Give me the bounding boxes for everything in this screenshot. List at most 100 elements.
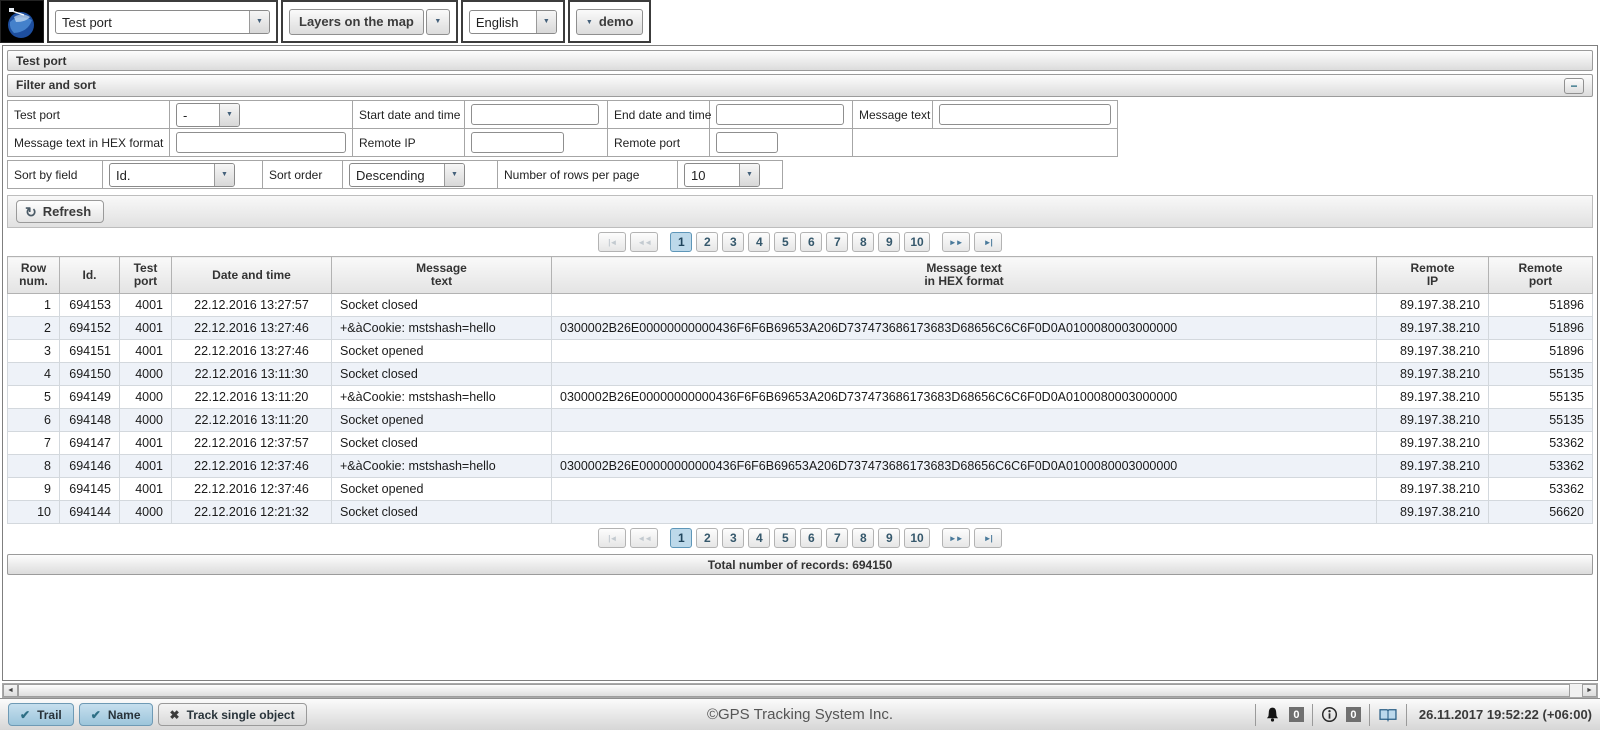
language-select[interactable]: English ▼ [469, 10, 557, 34]
language-group: English ▼ [461, 0, 565, 43]
pager-last-button[interactable]: ►| [974, 232, 1002, 252]
sort-grid: Sort by field Id. ▼ Sort order Descendin… [7, 160, 783, 189]
pager-page-button[interactable]: 10 [904, 232, 929, 252]
track-single-object-button[interactable]: ✖ Track single object [158, 703, 307, 726]
end-date-input[interactable] [716, 104, 844, 125]
hex-input[interactable] [176, 132, 346, 153]
chevron-down-icon: ▼ [434, 18, 441, 25]
pager-page-button[interactable]: 7 [826, 528, 848, 548]
table-row: 8694146400122.12.2016 12:37:46+&àCookie:… [8, 455, 1593, 478]
app-logo [0, 0, 44, 43]
table-cell: 89.197.38.210 [1377, 386, 1489, 409]
sort-by-label: Sort by field [8, 161, 103, 189]
pager-page-button[interactable]: 9 [878, 232, 900, 252]
pager-page-button[interactable]: 9 [878, 528, 900, 548]
table-cell: 694145 [60, 478, 120, 501]
pager-page-button[interactable]: 6 [800, 528, 822, 548]
table-cell: Socket opened [332, 340, 552, 363]
pager-page-button[interactable]: 1 [670, 232, 692, 252]
pager-next-button[interactable]: ►► [942, 528, 970, 548]
table-cell: 4001 [120, 432, 172, 455]
rows-per-page-select[interactable]: 10 ▼ [684, 163, 760, 187]
collapse-button[interactable]: − [1564, 78, 1584, 94]
scroll-left-button[interactable]: ◄ [3, 684, 18, 697]
pager-page-button[interactable]: 8 [852, 528, 874, 548]
pager-page-button[interactable]: 8 [852, 232, 874, 252]
remote-ip-label: Remote IP [353, 129, 465, 157]
log-book-icon[interactable] [1378, 706, 1398, 723]
pager-page-button[interactable]: 3 [722, 528, 744, 548]
separator [1312, 704, 1313, 726]
bell-icon[interactable] [1264, 706, 1281, 723]
pager-page-button[interactable]: 6 [800, 232, 822, 252]
pager-page-button[interactable]: 7 [826, 232, 848, 252]
table-cell: 694149 [60, 386, 120, 409]
table-cell: 89.197.38.210 [1377, 409, 1489, 432]
filter-port-select[interactable]: - ▼ [176, 103, 240, 127]
table-cell: +&àCookie: mstshash=hello [332, 455, 552, 478]
table-cell: 4001 [120, 294, 172, 317]
scrollbar-thumb[interactable] [18, 684, 1570, 697]
remote-ip-input[interactable] [471, 132, 564, 153]
end-date-label: End date and time [608, 101, 710, 129]
scroll-right-button[interactable]: ► [1582, 684, 1597, 697]
trail-label: Trail [37, 708, 62, 722]
pagination-top: |◄◄◄12345678910►►►| [7, 228, 1593, 256]
table-cell: Socket opened [332, 478, 552, 501]
horizontal-scrollbar[interactable]: ◄ ► [2, 683, 1598, 698]
start-date-input[interactable] [471, 104, 599, 125]
table-cell: 4001 [120, 455, 172, 478]
pager-page-button[interactable]: 4 [748, 232, 770, 252]
table-cell [552, 432, 1377, 455]
table-cell: 7 [8, 432, 60, 455]
pager-page-button[interactable]: 2 [696, 528, 718, 548]
chevron-down-icon: ▼ [586, 19, 593, 26]
trail-toggle-button[interactable]: ✔ Trail [8, 703, 74, 726]
test-port-panel: Test port Filter and sort − Test port - … [2, 45, 1598, 681]
table-row: 4694150400022.12.2016 13:11:30Socket clo… [8, 363, 1593, 386]
refresh-button[interactable]: ↻ Refresh [16, 200, 104, 223]
pager-next-button[interactable]: ►► [942, 232, 970, 252]
table-cell: 89.197.38.210 [1377, 478, 1489, 501]
info-count-badge: 0 [1346, 707, 1361, 722]
refresh-icon: ↻ [25, 205, 37, 219]
pager-page-button[interactable]: 2 [696, 232, 718, 252]
table-cell: Socket closed [332, 294, 552, 317]
cross-icon: ✖ [170, 708, 180, 722]
pager-last-button[interactable]: ►| [974, 528, 1002, 548]
layers-button[interactable]: Layers on the map [289, 9, 424, 35]
layers-dropdown-button[interactable]: ▼ [426, 9, 450, 35]
column-header: Row num. [8, 257, 60, 294]
column-header: Remote IP [1377, 257, 1489, 294]
chevron-down-icon: ▼ [249, 11, 269, 33]
user-menu-label: demo [599, 14, 634, 29]
sort-by-select[interactable]: Id. ▼ [109, 163, 235, 187]
pager-prev-button: ◄◄ [630, 232, 658, 252]
column-header: Message text [332, 257, 552, 294]
pager-page-button[interactable]: 1 [670, 528, 692, 548]
message-text-input[interactable] [939, 104, 1111, 125]
layers-group: Layers on the map ▼ [281, 0, 458, 43]
chevron-down-icon: ▼ [214, 164, 234, 186]
table-cell: 22.12.2016 13:27:46 [172, 340, 332, 363]
table-cell: Socket closed [332, 432, 552, 455]
pager-page-button[interactable]: 10 [904, 528, 929, 548]
pager-page-button[interactable]: 3 [722, 232, 744, 252]
pager-page-button[interactable]: 4 [748, 528, 770, 548]
table-cell [552, 409, 1377, 432]
sort-order-select[interactable]: Descending ▼ [349, 163, 465, 187]
table-cell: 22.12.2016 12:37:46 [172, 455, 332, 478]
pager-page-button[interactable]: 5 [774, 232, 796, 252]
column-header: Date and time [172, 257, 332, 294]
chevron-down-icon: ▼ [739, 164, 759, 186]
pager-page-button[interactable]: 5 [774, 528, 796, 548]
filter-port-label: Test port [8, 101, 170, 129]
port-select[interactable]: Test port ▼ [55, 10, 270, 34]
user-menu-button[interactable]: ▼ demo [576, 9, 644, 35]
sort-order-label: Sort order [263, 161, 343, 189]
filter-grid: Test port - ▼ Start date and time End da… [7, 100, 1118, 157]
name-toggle-button[interactable]: ✔ Name [79, 703, 153, 726]
remote-port-input[interactable] [716, 132, 778, 153]
info-icon[interactable] [1321, 706, 1338, 723]
table-cell: 22.12.2016 13:27:46 [172, 317, 332, 340]
